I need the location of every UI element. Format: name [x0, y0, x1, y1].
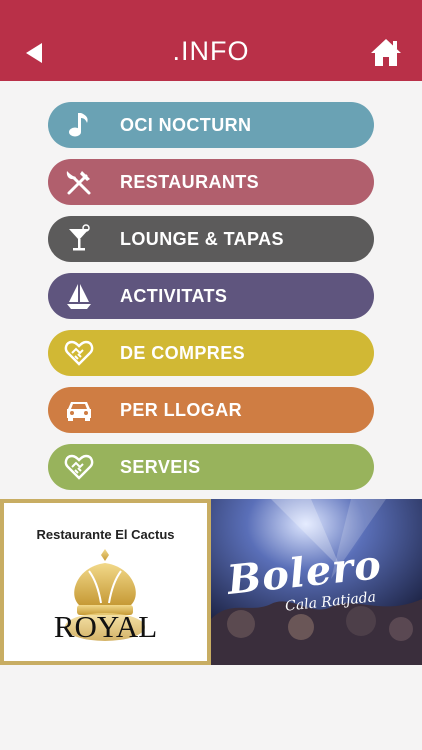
- menu-item-serveis[interactable]: SERVEIS: [48, 444, 374, 490]
- ad-banner: Restaurante El Cactus ROYAL Bolero Cala …: [0, 499, 422, 665]
- ad-royal[interactable]: Restaurante El Cactus ROYAL: [0, 499, 211, 665]
- car-icon: [67, 402, 91, 421]
- menu-item-activitats[interactable]: ACTIVITATS: [48, 273, 374, 319]
- page-title: .INFO: [172, 36, 250, 66]
- menu-item-lounge-tapas[interactable]: LOUNGE & TAPAS: [48, 216, 374, 262]
- menu-item-restaurants[interactable]: RESTAURANTS: [48, 159, 374, 205]
- menu-item-label: ACTIVITATS: [120, 286, 228, 306]
- app-header: .INFO: [0, 0, 422, 81]
- ad-royal-caption: Restaurante El Cactus: [36, 527, 175, 542]
- heart-handshake-icon: [64, 454, 94, 480]
- sailboat-icon: [67, 284, 91, 309]
- menu-item-oci-nocturn[interactable]: OCI NOCTURN: [48, 102, 374, 148]
- heart-handshake-icon: [64, 340, 94, 366]
- menu-item-de-compres[interactable]: DE COMPRES: [48, 330, 374, 376]
- ad-royal-frame: Restaurante El Cactus ROYAL: [4, 503, 207, 661]
- fork-knife-icon: [66, 171, 91, 195]
- category-menu: OCI NOCTURN RESTAURANTS LOUNGE & TAPAS A…: [48, 102, 374, 501]
- ad-royal-brand: ROYAL: [53, 609, 158, 644]
- menu-item-label: DE COMPRES: [120, 343, 246, 363]
- menu-item-label: SERVEIS: [120, 457, 201, 477]
- menu-item-label: RESTAURANTS: [120, 172, 260, 192]
- menu-item-label: OCI NOCTURN: [120, 115, 252, 135]
- menu-item-per-llogar[interactable]: PER LLOGAR: [48, 387, 374, 433]
- cocktail-icon: [69, 224, 90, 251]
- menu-item-label: LOUNGE & TAPAS: [120, 229, 284, 249]
- menu-item-label: PER LLOGAR: [120, 400, 243, 420]
- music-note-icon: [69, 113, 88, 137]
- ad-bolero[interactable]: Bolero Cala Ratjada: [211, 499, 422, 665]
- home-icon[interactable]: [370, 37, 402, 67]
